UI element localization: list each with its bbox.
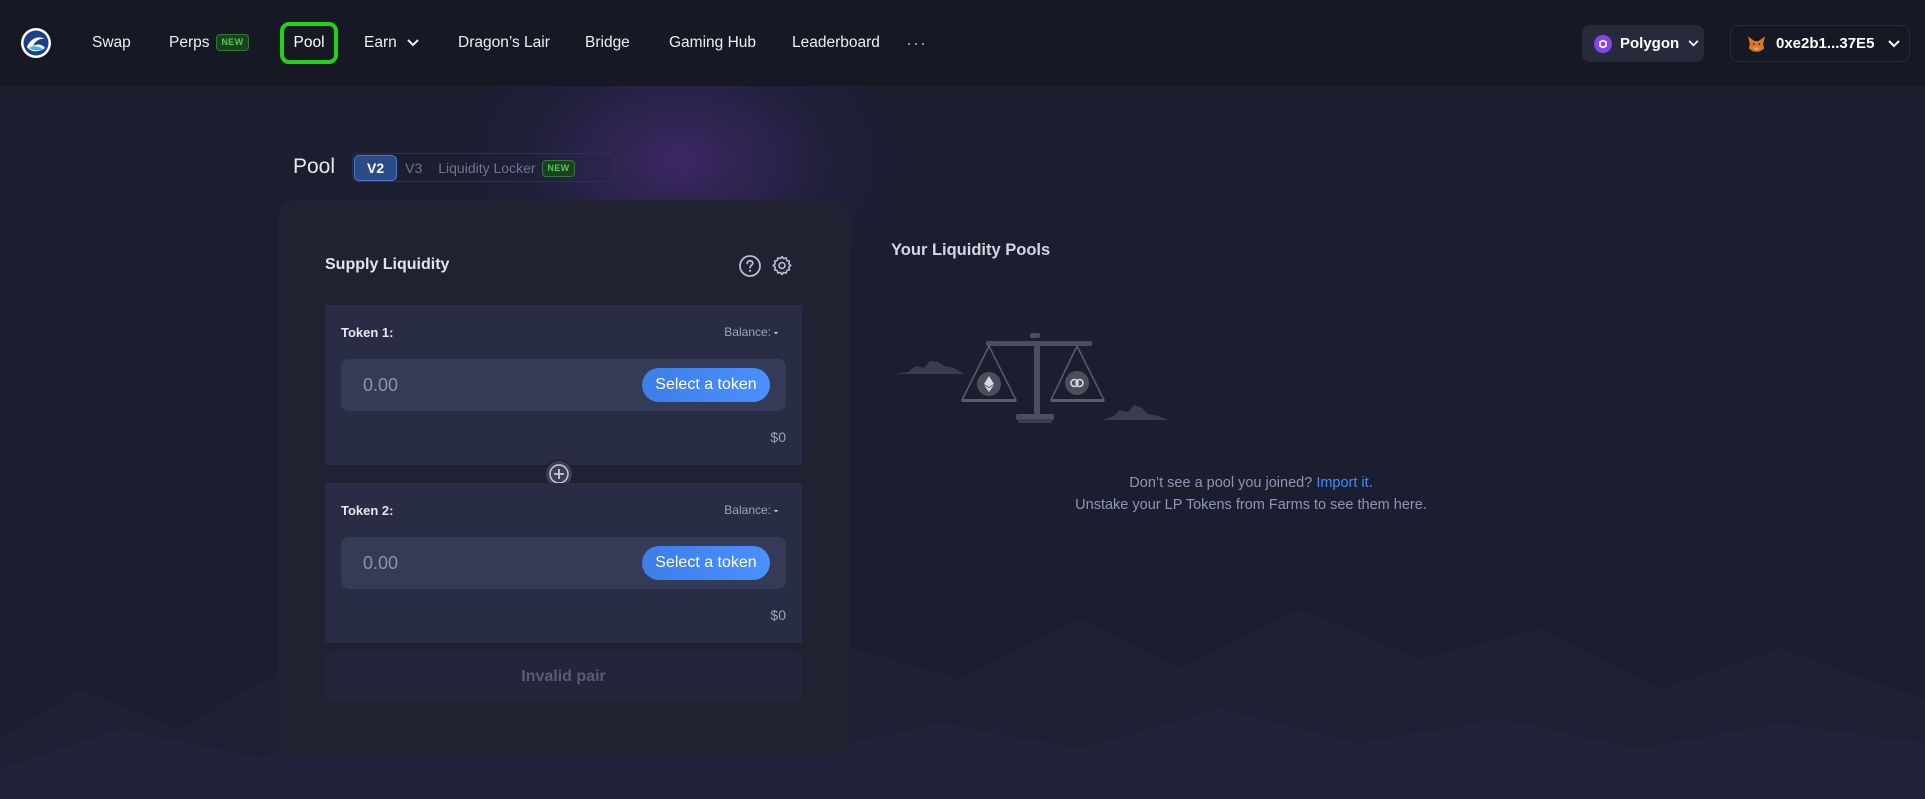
polygon-icon (1594, 34, 1612, 53)
liquidity-pools-title: Your Liquidity Pools (891, 241, 1051, 259)
balance-value: - (774, 325, 778, 339)
tab-v3[interactable]: V3 (397, 156, 430, 180)
nav-swap[interactable]: Swap (92, 28, 131, 58)
nav-bridge[interactable]: Bridge (585, 28, 630, 58)
network-name: Polygon (1620, 35, 1680, 52)
token2-usd-value: $0 (770, 607, 786, 623)
chevron-down-icon (407, 39, 419, 47)
supply-liquidity-card: Supply Liquidity Token 1: Balance:- Sele… (278, 200, 850, 758)
more-menu-icon[interactable]: ··· (906, 28, 927, 58)
empty-line-2: Unstake your LP Tokens from Farms to see… (1075, 497, 1427, 513)
nav-perps-label: Perps (169, 34, 210, 51)
nav-earn[interactable]: Earn (364, 28, 419, 58)
metamask-fox-icon (1747, 35, 1766, 52)
tab-v2[interactable]: V2 (354, 154, 398, 181)
empty-line-1: Don’t see a pool you joined? (1129, 475, 1313, 491)
token2-select-button[interactable]: Select a token (642, 546, 770, 580)
token1-label: Token 1: (341, 325, 394, 340)
nav-dragons-lair[interactable]: Dragon’s Lair (458, 28, 550, 58)
gear-icon[interactable] (770, 254, 794, 278)
wallet-button[interactable]: 0xe2b1...37E5 (1730, 25, 1910, 62)
token2-input-row: Select a token (341, 537, 786, 589)
token1-select-button[interactable]: Select a token (642, 368, 770, 402)
token1-input-row: Select a token (341, 359, 786, 411)
tab-liquidity-locker[interactable]: Liquidity Locker NEW (430, 156, 583, 180)
token2-amount-input[interactable] (363, 549, 623, 577)
chevron-down-icon (1888, 39, 1901, 47)
page-title: Pool (293, 155, 336, 178)
empty-pools-message: Don’t see a pool you joined? Import it. … (1000, 472, 1502, 516)
new-badge: NEW (215, 34, 250, 52)
token1-panel: Token 1: Balance:- Select a token $0 (325, 305, 802, 465)
nav-earn-label: Earn (364, 34, 397, 51)
chevron-down-icon (1688, 40, 1699, 47)
nav-perps[interactable]: Perps NEW (169, 28, 250, 58)
invalid-pair-button[interactable]: Invalid pair (325, 652, 802, 702)
nav-leaderboard[interactable]: Leaderboard (792, 28, 880, 58)
token1-balance: Balance: - (724, 325, 778, 339)
help-icon[interactable] (738, 254, 762, 278)
nav-pool-label: Pool (293, 34, 325, 51)
supply-liquidity-title: Supply Liquidity (325, 256, 450, 273)
balance-label: Balance: (724, 503, 771, 517)
tab-liquidity-locker-label: Liquidity Locker (438, 159, 536, 176)
balance-value: - (774, 503, 778, 517)
nav-gaming-hub[interactable]: Gaming Hub (669, 28, 756, 58)
token2-panel: Token 2: Balance:- Select a token $0 (325, 483, 802, 643)
balance-scale-illustration (894, 333, 1168, 423)
quickswap-logo-icon[interactable] (20, 27, 52, 59)
network-selector[interactable]: Polygon (1582, 25, 1704, 62)
wallet-address: 0xe2b1...37E5 (1776, 35, 1875, 52)
token1-usd-value: $0 (770, 429, 786, 445)
import-pool-link[interactable]: Import it (1316, 475, 1368, 491)
empty-line-1-end: . (1368, 475, 1373, 491)
nav-pool[interactable]: Pool (280, 22, 338, 64)
token1-amount-input[interactable] (363, 371, 623, 399)
token2-balance: Balance: - (724, 503, 778, 517)
top-navbar: Swap Perps NEW Pool Earn Dragon’s Lair Br… (0, 0, 1925, 86)
balance-label: Balance: (724, 325, 771, 339)
new-badge: NEW (541, 160, 576, 178)
version-tabs: V2 V3 Liquidity Locker NEW (352, 153, 615, 182)
token2-label: Token 2: (341, 503, 394, 518)
